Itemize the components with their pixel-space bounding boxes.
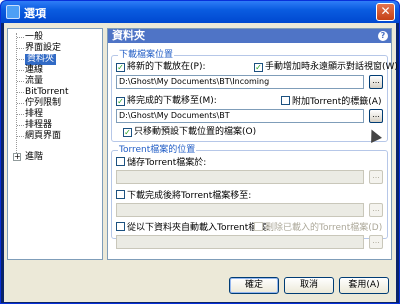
panel-title: 資料夾 [112,29,145,42]
new-downloads-checkbox[interactable]: ✓ [116,63,125,72]
options-window: 選項 ✕ 一般 界面設定 資料夾 連線 流量 BitTorrent 佇列限制 排… [0,0,400,304]
delete-loaded-option: 刪除已載入的Torrent檔案(D) [254,222,382,233]
show-dialog-option[interactable]: ✓ 手動增加時永遠顯示對話視窗(W) [254,62,398,73]
dialog-body: 一般 界面設定 資料夾 連線 流量 BitTorrent 佇列限制 排程 排程器… [4,23,398,302]
download-location-group-label: 下載檔案位置 [118,50,175,61]
move-completed-path-input[interactable]: D:\Ghost\My Documents\BT [116,109,364,123]
tree-item-advanced[interactable]: 進階 [25,152,43,163]
store-torrents-checkbox[interactable] [116,157,125,166]
tree-item-web-ui[interactable]: 網頁界面 [25,131,61,142]
move-completed-label: 將完成的下載移至(M): [127,96,217,106]
move-completed-checkbox[interactable]: ✓ [116,97,125,106]
autoload-option[interactable]: 從以下資料夾自動載入Torrent檔案: [116,222,269,233]
store-torrents-option[interactable]: 儲存Torrent檔案於: [116,157,206,168]
store-torrents-label: 儲存Torrent檔案於: [127,158,207,168]
move-finished-torrents-path-input [116,203,364,217]
move-finished-torrents-checkbox[interactable] [116,190,125,199]
only-default-label: 只移動預設下載位置的檔案(O) [134,127,257,137]
autoload-browse-button: ... [369,235,383,249]
tree-item-bandwidth[interactable]: 流量 [25,76,43,87]
show-dialog-checkbox[interactable]: ✓ [254,63,263,72]
tree-item-general[interactable]: 一般 [25,32,43,43]
autoload-checkbox[interactable] [116,222,125,231]
tree-item-connection[interactable]: 連線 [25,65,43,76]
settings-panel: 資料夾 ? 下載檔案位置 ✓ 將新的下載放在(P): ✓ 手動增加時永遠顯示對話視窗… [107,28,398,260]
move-completed-browse-button[interactable]: ... [369,109,383,123]
move-finished-torrents-option[interactable]: 下載完成後將Torrent檔案移至: [116,190,251,201]
autoload-path-input [116,235,364,249]
tree-item-queueing[interactable]: 佇列限制 [25,98,61,109]
delete-loaded-checkbox [254,222,263,231]
move-finished-torrents-browse-button: ... [369,203,383,217]
append-label-label: 附加Torrent的標籤(A) [292,97,382,107]
show-dialog-label: 手動增加時永遠顯示對話視窗(W) [265,62,398,72]
move-finished-torrents-label: 下載完成後將Torrent檔案移至: [127,191,252,201]
torrent-location-group-label: Torrent檔案的位置 [118,145,197,156]
delete-loaded-label: 刪除已載入的Torrent檔案(D) [265,223,383,233]
only-default-option[interactable]: ✓ 只移動預設下載位置的檔案(O) [123,127,256,138]
new-downloads-browse-button[interactable]: ... [369,75,383,89]
ok-button[interactable]: 確定 [229,277,279,294]
append-label-option[interactable]: 附加Torrent的標籤(A) [281,96,381,107]
store-torrents-browse-button: ... [369,170,383,184]
help-icon[interactable]: ? [378,31,388,41]
close-button[interactable]: ✕ [376,3,395,21]
tree-item-bittorrent[interactable]: BitTorrent [25,87,69,98]
new-downloads-path-input[interactable]: D:\Ghost\My Documents\BT\Incoming [116,75,364,89]
window-title: 選項 [24,7,46,20]
tree-item-queue[interactable]: 排程 [25,109,43,120]
title-bar[interactable]: 選項 ✕ [1,1,399,23]
expand-advanced-icon[interactable]: + [13,153,21,161]
panel-header: 資料夾 ? [108,29,391,43]
cancel-button[interactable]: 取消 [284,277,334,294]
tree-item-scheduler[interactable]: 排程器 [25,120,52,131]
apply-button[interactable]: 套用(A) [339,277,389,294]
tree-item-ui-settings[interactable]: 界面設定 [25,43,61,54]
store-torrents-path-input [116,170,364,184]
app-icon [6,5,20,19]
category-tree: 一般 界面設定 資料夾 連線 流量 BitTorrent 佇列限制 排程 排程器… [7,28,103,260]
move-completed-option[interactable]: ✓ 將完成的下載移至(M): [116,96,217,107]
new-downloads-option[interactable]: ✓ 將新的下載放在(P): [116,62,205,73]
tree-item-directories[interactable]: 資料夾 [25,54,57,65]
append-label-checkbox[interactable] [281,96,290,105]
only-default-checkbox[interactable]: ✓ [123,128,132,137]
new-downloads-label: 將新的下載放在(P): [127,62,206,72]
autoload-label: 從以下資料夾自動載入Torrent檔案: [127,223,270,233]
